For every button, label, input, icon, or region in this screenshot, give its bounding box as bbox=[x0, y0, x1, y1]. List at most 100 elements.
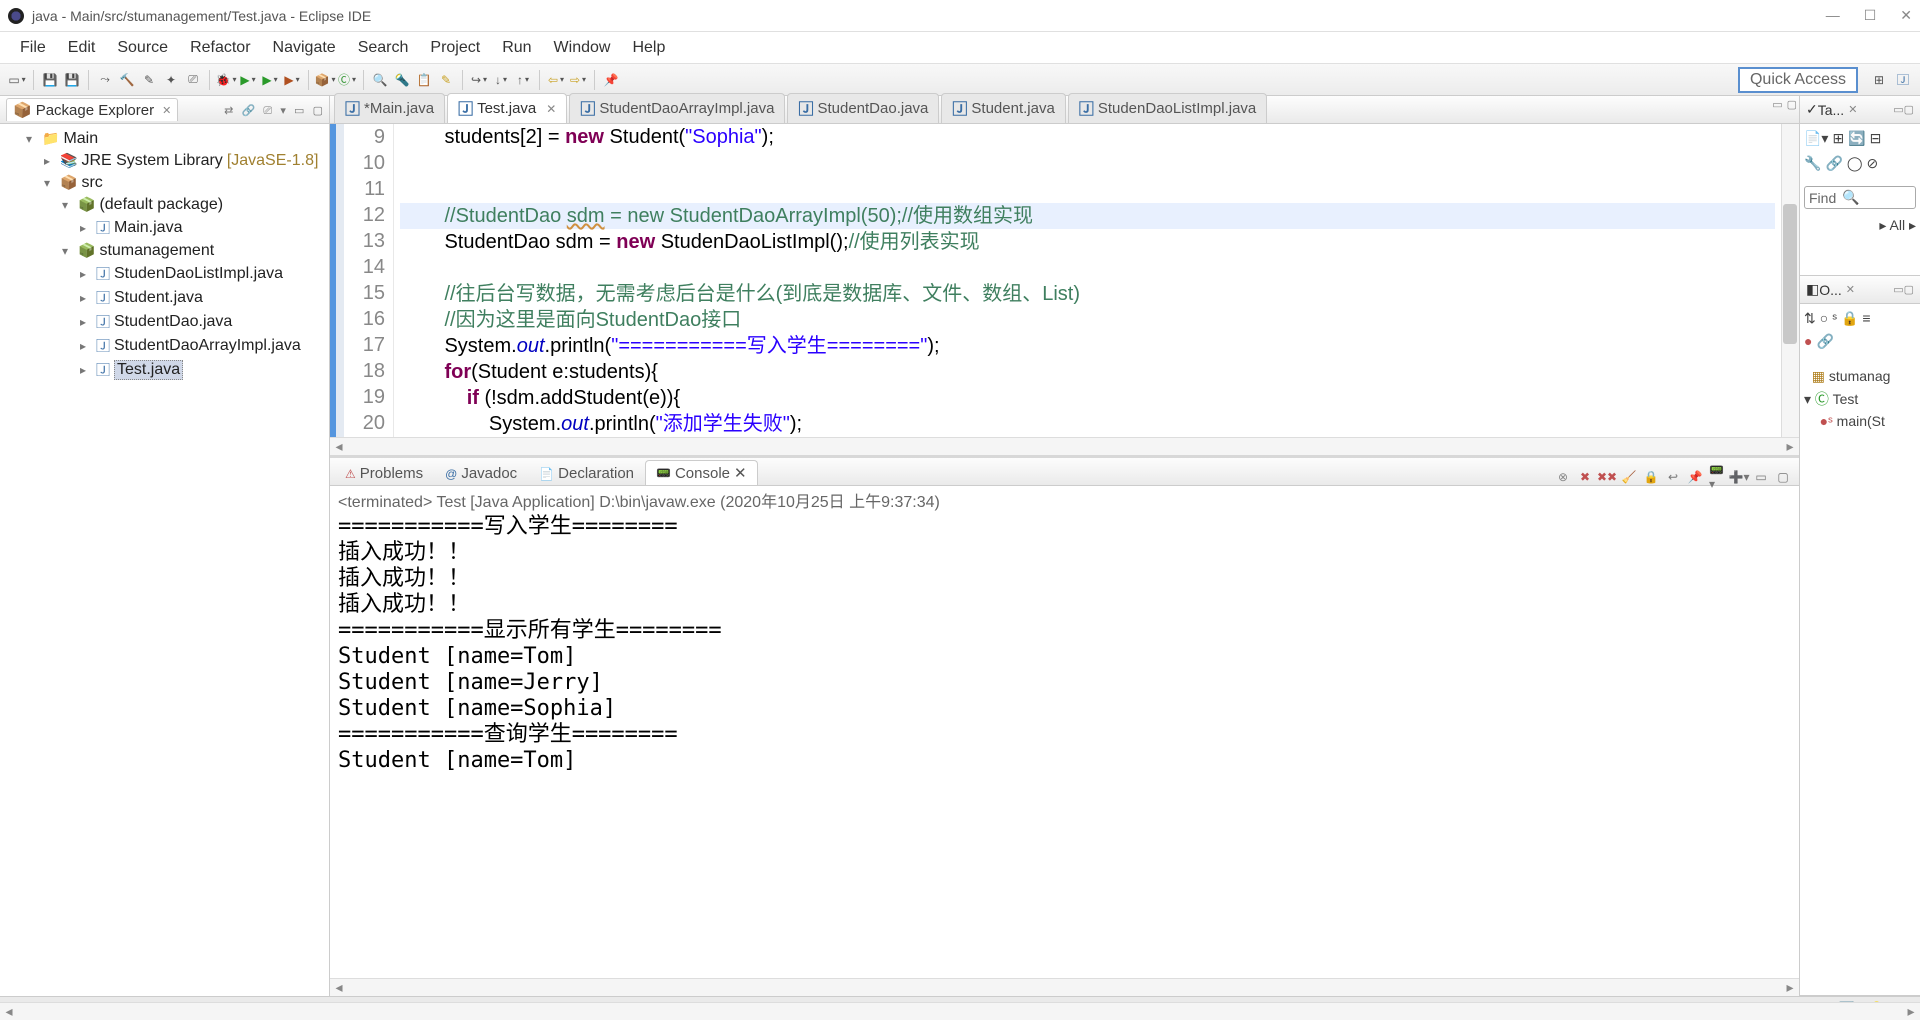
search-button[interactable]: 🔦 bbox=[393, 71, 411, 89]
close-button[interactable]: ✕ bbox=[1900, 7, 1912, 24]
remove-all-icon[interactable]: ✖✖ bbox=[1599, 469, 1615, 485]
maximize-icon[interactable]: ▢ bbox=[1775, 469, 1791, 485]
next-annotation-button[interactable]: ↓ bbox=[492, 71, 510, 89]
horizontal-scrollbar[interactable]: ◂ ▸ bbox=[330, 437, 1799, 455]
hide-static-icon[interactable]: ˢ bbox=[1832, 310, 1837, 327]
hide-icon[interactable]: ⊘ bbox=[1867, 155, 1879, 172]
maximize-icon[interactable]: ▢ bbox=[1904, 103, 1914, 116]
menu-navigate[interactable]: Navigate bbox=[263, 35, 346, 61]
outline-class[interactable]: Test bbox=[1833, 391, 1859, 407]
minimize-icon[interactable]: ▭ bbox=[1893, 103, 1903, 116]
code-editor[interactable]: 91011121314151617181920 students[2] = ne… bbox=[330, 124, 1799, 437]
sync-icon[interactable]: 🔄 bbox=[1848, 130, 1865, 147]
file-student[interactable]: Student.java bbox=[114, 289, 203, 307]
last-edit-button[interactable]: ↪ bbox=[470, 71, 488, 89]
all-filter[interactable]: All bbox=[1890, 217, 1906, 233]
project-tree[interactable]: ▾ Main ▸ JRE System Library [JavaSE-1.8]… bbox=[0, 124, 329, 386]
forward-button[interactable]: ⇨ bbox=[569, 71, 587, 89]
maximize-button[interactable]: ☐ bbox=[1864, 7, 1877, 24]
close-icon[interactable]: ✕ bbox=[734, 464, 747, 482]
close-icon[interactable]: ✕ bbox=[162, 104, 171, 117]
tab-student[interactable]: 🄹Student.java bbox=[941, 93, 1065, 123]
scroll-right-icon[interactable]: ▸ bbox=[1781, 979, 1799, 996]
menu-project[interactable]: Project bbox=[420, 35, 490, 61]
minimize-icon[interactable]: ▭ bbox=[1772, 98, 1782, 111]
task-button[interactable]: 📋 bbox=[415, 71, 433, 89]
file-dao[interactable]: StudentDao.java bbox=[114, 313, 232, 331]
presentation-icon[interactable]: 🔗 bbox=[1825, 155, 1842, 172]
outline-method[interactable]: main(St bbox=[1837, 413, 1885, 429]
java-perspective-button[interactable]: 🄹 bbox=[1894, 71, 1912, 89]
back-button[interactable]: ⇦ bbox=[547, 71, 565, 89]
focus-icon[interactable]: ⎚ bbox=[263, 105, 272, 117]
hide-local-icon[interactable]: ≡ bbox=[1862, 310, 1870, 327]
tab-listimpl[interactable]: 🄹StudenDaoListImpl.java bbox=[1068, 93, 1267, 123]
prev-annotation-button[interactable]: ↑ bbox=[514, 71, 532, 89]
tab-javadoc[interactable]: @Javadoc bbox=[434, 461, 528, 485]
menu-help[interactable]: Help bbox=[622, 35, 675, 61]
toggle-mark-button[interactable]: ✦ bbox=[162, 71, 180, 89]
new-task-icon[interactable]: 📄▾ bbox=[1804, 130, 1828, 147]
console-output[interactable]: ===========写入学生======== 插入成功！！ 插入成功！！ 插入… bbox=[330, 514, 1799, 978]
menu-edit[interactable]: Edit bbox=[58, 35, 106, 61]
horizontal-scrollbar[interactable]: ◂ ▸ bbox=[330, 978, 1799, 996]
overview-ruler[interactable] bbox=[1781, 124, 1799, 437]
menu-run[interactable]: Run bbox=[492, 35, 541, 61]
file-arrimpl[interactable]: StudentDaoArrayImpl.java bbox=[114, 337, 301, 355]
minimize-icon[interactable]: ▭ bbox=[1753, 469, 1769, 485]
close-icon[interactable]: ✕ bbox=[546, 102, 556, 116]
terminate-all-icon[interactable]: ⊗ bbox=[1555, 469, 1571, 485]
sort-icon[interactable]: ⇅ bbox=[1804, 310, 1816, 327]
open-type-button[interactable]: 🔍 bbox=[371, 71, 389, 89]
categorized-icon[interactable]: ⊞ bbox=[1832, 130, 1844, 147]
jre-library[interactable]: JRE System Library bbox=[81, 152, 222, 170]
tab-main[interactable]: 🄹*Main.java bbox=[334, 93, 445, 123]
focus-task-icon[interactable]: ◯ bbox=[1847, 155, 1863, 172]
project-main[interactable]: Main bbox=[63, 130, 98, 148]
run-button[interactable]: ▶ bbox=[239, 71, 257, 89]
word-wrap-icon[interactable]: ↩ bbox=[1665, 469, 1681, 485]
maximize-icon[interactable]: ▢ bbox=[313, 105, 323, 117]
filter-icon[interactable]: 🔧 bbox=[1804, 155, 1821, 172]
menu-refactor[interactable]: Refactor bbox=[180, 35, 260, 61]
wand-button[interactable]: ✎ bbox=[140, 71, 158, 89]
link-editor-icon[interactable]: 🔗 bbox=[241, 105, 255, 117]
save-all-button[interactable]: 💾 bbox=[63, 71, 81, 89]
save-button[interactable]: 💾 bbox=[41, 71, 59, 89]
build-button[interactable]: 🔨 bbox=[118, 71, 136, 89]
hide-fields-icon[interactable]: ○ bbox=[1820, 310, 1828, 327]
maximize-icon[interactable]: ▢ bbox=[1787, 98, 1797, 111]
scroll-right-icon[interactable]: ▸ bbox=[1781, 438, 1799, 455]
package-explorer-tab[interactable]: 📦 Package Explorer ✕ bbox=[6, 98, 178, 121]
src-folder[interactable]: src bbox=[81, 174, 102, 192]
minimize-icon[interactable]: ▭ bbox=[294, 105, 304, 117]
file-listimpl[interactable]: StudenDaoListImpl.java bbox=[114, 265, 283, 283]
menu-search[interactable]: Search bbox=[348, 35, 419, 61]
debug-button[interactable]: 🐞 bbox=[217, 71, 235, 89]
scroll-left-icon[interactable]: ◂ bbox=[330, 979, 348, 996]
remove-launch-icon[interactable]: ✖ bbox=[1577, 469, 1593, 485]
file-test[interactable]: Test.java bbox=[114, 360, 183, 380]
open-console-icon[interactable]: ➕▾ bbox=[1731, 469, 1747, 485]
scroll-left-icon[interactable]: ◂ bbox=[330, 438, 348, 455]
pin-button[interactable]: 📌 bbox=[602, 71, 620, 89]
tab-console[interactable]: 📟Console✕ bbox=[645, 460, 758, 485]
maximize-icon[interactable]: ▢ bbox=[1904, 283, 1914, 296]
hide-nonpublic-icon[interactable]: 🔒 bbox=[1841, 310, 1858, 327]
link-button[interactable]: ✎ bbox=[437, 71, 455, 89]
outline-package[interactable]: stumanag bbox=[1829, 368, 1890, 384]
tab-problems[interactable]: ⚠Problems bbox=[334, 461, 434, 485]
pin-console-icon[interactable]: 📌 bbox=[1687, 469, 1703, 485]
external-tools-button[interactable]: ▶ bbox=[283, 71, 301, 89]
skip-breakpoints-button[interactable]: ⤳ bbox=[96, 71, 114, 89]
package-stumanagement[interactable]: stumanagement bbox=[99, 242, 214, 260]
tab-dao[interactable]: 🄹StudentDao.java bbox=[787, 93, 939, 123]
tab-arrimpl[interactable]: 🄹StudentDaoArrayImpl.java bbox=[569, 93, 785, 123]
toggle-block-button[interactable]: ⎚ bbox=[184, 71, 202, 89]
menu-source[interactable]: Source bbox=[107, 35, 178, 61]
menu-window[interactable]: Window bbox=[544, 35, 621, 61]
focus-icon[interactable]: ● bbox=[1804, 333, 1812, 350]
file-main-java[interactable]: Main.java bbox=[114, 219, 182, 237]
collapse-icon[interactable]: ⇄ bbox=[224, 105, 233, 117]
new-class-button[interactable]: Ⓒ bbox=[338, 71, 356, 89]
